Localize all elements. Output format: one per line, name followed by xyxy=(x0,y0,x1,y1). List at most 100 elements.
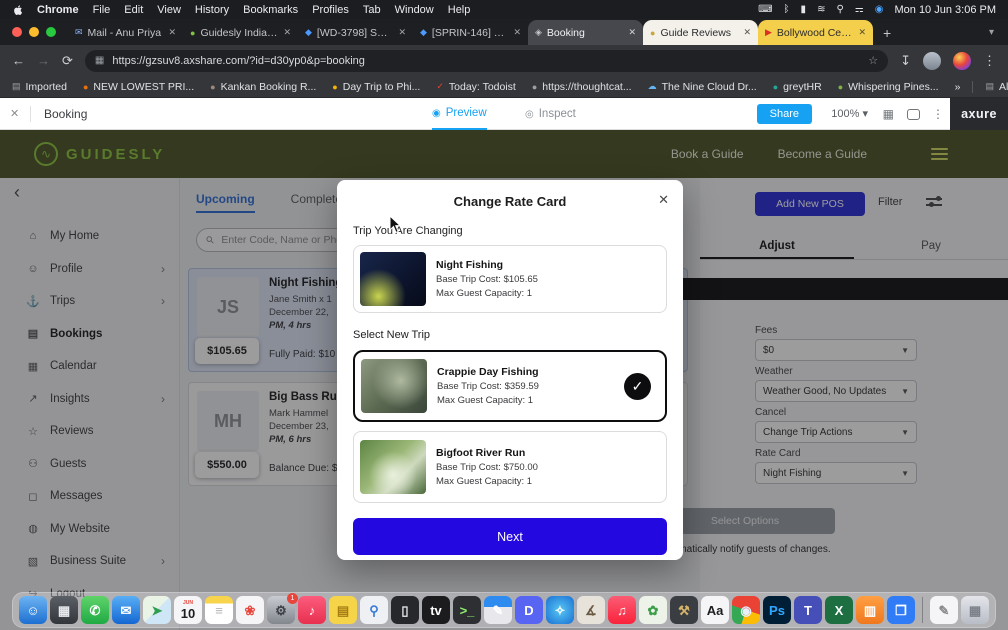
photos-icon[interactable]: ❀ xyxy=(236,596,264,624)
bookmark-item[interactable]: ● Whispering Pines... xyxy=(838,81,939,93)
search-icon[interactable]: ⚲ xyxy=(836,5,843,15)
bluetooth-icon[interactable]: ᛒ xyxy=(784,5,790,15)
comments-icon[interactable] xyxy=(907,109,920,120)
chrome-menu-icon[interactable]: ⋮ xyxy=(983,53,996,69)
settings-icon[interactable]: ⚙ 1 xyxy=(267,596,295,624)
control-center-icon[interactable]: ⚎ xyxy=(855,5,864,15)
compass-tool-icon[interactable]: ∡ xyxy=(577,596,605,624)
new-tab-button[interactable]: + xyxy=(873,20,901,45)
iphone-mirroring-icon[interactable]: ▯ xyxy=(391,596,419,624)
forward-button[interactable]: → xyxy=(37,53,50,68)
axure-close-icon[interactable]: ✕ xyxy=(10,107,19,120)
tab-search-icon[interactable]: ▾ xyxy=(975,20,1008,45)
download-icon[interactable]: ↧ xyxy=(900,53,911,69)
keynote-icon[interactable]: ✎ xyxy=(484,596,512,624)
tab-close-icon[interactable]: ✕ xyxy=(283,27,291,38)
bookmark-item[interactable]: ✓ Today: Todoist xyxy=(436,81,515,93)
leaf-app-icon[interactable]: ✿ xyxy=(639,596,667,624)
menu-item[interactable]: Window xyxy=(395,4,434,16)
browser-tab[interactable]: ◆ [SPRIN-146] Web... ✕ xyxy=(413,20,528,45)
chrome-icon[interactable]: ◉ xyxy=(732,596,760,624)
tab-close-icon[interactable]: ✕ xyxy=(398,27,406,38)
tab-close-icon[interactable]: ✕ xyxy=(858,27,866,38)
textedit-icon[interactable]: ✎ xyxy=(930,596,958,624)
bluewindow-icon[interactable]: ❐ xyxy=(887,596,915,624)
safari-icon[interactable]: ✧ xyxy=(546,596,574,624)
preview-icon[interactable]: ⚲ xyxy=(360,596,388,624)
axure-menu-icon[interactable]: ⋮ xyxy=(932,107,944,121)
siri-icon[interactable]: ◉ xyxy=(875,5,884,15)
stickies-icon[interactable]: ▤ xyxy=(329,596,357,624)
discord-icon[interactable]: D xyxy=(515,596,543,624)
menu-clock[interactable]: Mon 10 Jun 3:06 PM xyxy=(894,4,996,16)
terminal-icon[interactable]: >_ xyxy=(453,596,481,624)
bookmarks-overflow-icon[interactable]: » xyxy=(955,81,961,93)
photoshop-icon[interactable]: Ps xyxy=(763,596,791,624)
pages-icon[interactable]: ▦ xyxy=(883,107,894,121)
tab-close-icon[interactable]: ✕ xyxy=(743,27,751,38)
maps-icon[interactable]: ➤ xyxy=(143,596,171,624)
bookmark-item[interactable]: ● greytHR xyxy=(773,81,822,93)
browser-tab[interactable]: ◆ [WD-3798] SEO ... ✕ xyxy=(298,20,413,45)
trash-icon[interactable]: ▦ xyxy=(961,596,989,624)
tab-close-icon[interactable]: ✕ xyxy=(168,27,176,38)
bookmark-star-icon[interactable]: ☆ xyxy=(868,54,878,67)
keyboard-icon[interactable]: ⌨ xyxy=(758,5,772,15)
menu-item[interactable]: Profiles xyxy=(312,4,349,16)
apple-music-icon[interactable]: ♫ xyxy=(608,596,636,624)
url-text[interactable]: https://gzsuv8.axshare.com/?id=d30yp0&p=… xyxy=(112,55,860,67)
next-button[interactable]: Next xyxy=(353,518,667,555)
modal-close-icon[interactable]: ✕ xyxy=(658,192,669,208)
reload-button[interactable]: ⟳ xyxy=(62,53,73,69)
calendar-icon[interactable]: JUN 10 xyxy=(174,596,202,624)
teams-icon[interactable]: T xyxy=(794,596,822,624)
books-icon[interactable]: ▥ xyxy=(856,596,884,624)
trip-option-card[interactable]: Bigfoot River Run Base Trip Cost: $750.0… xyxy=(353,431,667,503)
browser-tab[interactable]: ▶ Bollywood Celebr... ✕ xyxy=(758,20,873,45)
menu-app-name[interactable]: Chrome xyxy=(37,4,79,16)
trip-option-card[interactable]: Crappie Day Fishing Base Trip Cost: $359… xyxy=(353,350,667,422)
browser-tab[interactable]: ✉ Mail - Anu Priya ✕ xyxy=(68,20,183,45)
minimize-window-button[interactable] xyxy=(29,27,39,37)
finder-icon[interactable]: ☺ xyxy=(19,596,47,624)
menu-item[interactable]: Help xyxy=(448,4,471,16)
notes-icon[interactable]: ≡ xyxy=(205,596,233,624)
close-window-button[interactable] xyxy=(12,27,22,37)
tab-close-icon[interactable]: ✕ xyxy=(513,27,521,38)
zoom-window-button[interactable] xyxy=(46,27,56,37)
browser-tab[interactable]: ● Guidesly India Pv... ✕ xyxy=(183,20,298,45)
bookmark-item[interactable]: ▤ Imported xyxy=(12,81,67,93)
back-button[interactable]: ← xyxy=(12,53,25,68)
site-info-icon[interactable]: ▦ xyxy=(95,55,104,66)
hammer-app-icon[interactable]: ⚒ xyxy=(670,596,698,624)
bookmark-item[interactable]: ● https://thoughtcat... xyxy=(532,81,632,93)
browser-tab[interactable]: ● Guide Reviews ✕ xyxy=(643,20,758,45)
secondary-avatar[interactable] xyxy=(923,52,941,70)
zoom-control[interactable]: 100% ▾ xyxy=(831,107,868,120)
tv-icon[interactable]: tv xyxy=(422,596,450,624)
bookmark-item[interactable]: ● Kankan Booking R... xyxy=(210,81,316,93)
bookmark-item[interactable]: ● Day Trip to Phi... xyxy=(332,81,420,93)
music-icon[interactable]: ♪ xyxy=(298,596,326,624)
tab-close-icon[interactable]: ✕ xyxy=(628,27,636,38)
battery-icon[interactable]: ▮ xyxy=(801,5,807,15)
menu-item[interactable]: Edit xyxy=(124,4,143,16)
menu-item[interactable]: File xyxy=(93,4,111,16)
bookmark-item[interactable]: ☁ The Nine Cloud Dr... xyxy=(648,81,757,93)
browser-tab[interactable]: ◈ Booking ✕ xyxy=(528,20,643,45)
apple-menu-icon[interactable] xyxy=(12,4,23,16)
address-bar[interactable]: ▦ https://gzsuv8.axshare.com/?id=d30yp0&… xyxy=(85,50,888,72)
whatsapp-icon[interactable]: ✆ xyxy=(81,596,109,624)
tab-inspect[interactable]: ◎ Inspect xyxy=(525,98,576,130)
menu-item[interactable]: History xyxy=(195,4,229,16)
bookmark-item[interactable]: ● NEW LOWEST PRI... xyxy=(83,81,194,93)
tab-preview[interactable]: ◉ Preview xyxy=(432,98,487,130)
menu-item[interactable]: View xyxy=(157,4,181,16)
menu-item[interactable]: Bookmarks xyxy=(243,4,298,16)
share-button[interactable]: Share xyxy=(757,104,812,124)
profile-avatar[interactable] xyxy=(953,52,971,70)
excel-icon[interactable]: X xyxy=(825,596,853,624)
launchpad-icon[interactable]: ▦ xyxy=(50,596,78,624)
font-book-icon[interactable]: Aa xyxy=(701,596,729,624)
menu-item[interactable]: Tab xyxy=(363,4,381,16)
